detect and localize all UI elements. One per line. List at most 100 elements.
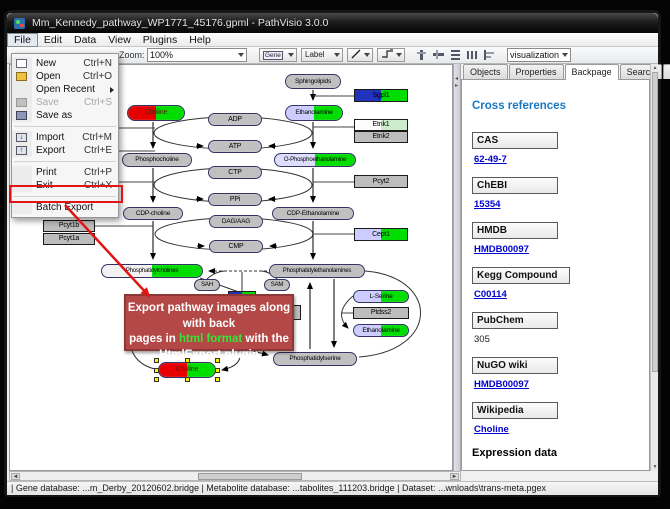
- selection-handle[interactable]: [215, 358, 220, 363]
- menu-view[interactable]: View: [102, 33, 137, 47]
- scrollbar-thumb[interactable]: [198, 473, 302, 480]
- selection-handle[interactable]: [215, 368, 220, 373]
- window-title: Mm_Kennedy_pathway_WP1771_45176.gpml - P…: [32, 17, 328, 29]
- panel-splitter[interactable]: ◂▸: [453, 64, 461, 471]
- chevron-down-icon: [396, 53, 402, 57]
- menu-separator: [14, 122, 116, 127]
- zoom-label: Zoom:: [119, 50, 145, 60]
- pathway-node-pcyt2[interactable]: Pcyt2: [354, 175, 408, 188]
- tab-legend[interactable]: Legend: [663, 64, 670, 79]
- pathway-node-ctp[interactable]: CTP: [208, 166, 262, 179]
- pathvisio-logo-icon: [14, 17, 27, 30]
- pathway-node-phosphatidylcholines[interactable]: Phosphatidylcholines: [101, 264, 203, 278]
- file-menu-print[interactable]: PrintCtrl+P: [12, 166, 118, 179]
- pathway-node-cmp[interactable]: CMP: [209, 240, 263, 253]
- submenu-arrow-icon: [110, 87, 114, 93]
- align-center-icon[interactable]: [415, 49, 429, 61]
- import-icon: ↓: [16, 133, 27, 142]
- xref-link[interactable]: HMDB00097: [474, 379, 529, 390]
- pathway-node-ppi[interactable]: PPi: [208, 193, 262, 206]
- side-panel-scrollbar[interactable]: ▲ ▼: [650, 64, 658, 471]
- scrollbar-thumb[interactable]: [652, 72, 658, 372]
- file-menu-new[interactable]: NewCtrl+N: [12, 57, 118, 70]
- pathway-node-ethanolamine_top[interactable]: Ethanolamine: [285, 105, 343, 121]
- file-menu-import[interactable]: ↓ ImportCtrl+M: [12, 131, 118, 144]
- xref-link[interactable]: 62-49-7: [474, 154, 507, 165]
- pathway-node-ptdss2[interactable]: Ptdss2: [353, 307, 409, 319]
- pathway-node-ethanolamine_bottom[interactable]: Ethanolamine: [353, 324, 409, 337]
- file-menu-save[interactable]: SaveCtrl+S: [12, 96, 118, 109]
- distribute-vertical-icon[interactable]: [449, 49, 463, 61]
- pathway-node-pcyt1b[interactable]: Pcyt1b: [43, 220, 95, 232]
- menu-file[interactable]: File: [7, 33, 38, 47]
- pathway-node-sah[interactable]: SAH: [194, 279, 220, 291]
- menu-plugins[interactable]: Plugins: [137, 33, 183, 47]
- selection-handle[interactable]: [185, 358, 190, 363]
- menu-data[interactable]: Data: [68, 33, 102, 47]
- pathway-node-etnk2[interactable]: Etnk2: [354, 131, 408, 143]
- file-menu-export[interactable]: ↑ ExportCtrl+E: [12, 144, 118, 157]
- xref-link[interactable]: C00114: [474, 289, 507, 300]
- distribute-horizontal-icon[interactable]: [466, 49, 480, 61]
- pathway-node-dag_aag[interactable]: DAG/AAG: [209, 215, 263, 228]
- selection-handle[interactable]: [185, 377, 190, 382]
- menu-edit[interactable]: Edit: [38, 33, 68, 47]
- pathway-node-cdp_choline[interactable]: CDP-choline: [123, 207, 183, 220]
- tab-objects[interactable]: Objects: [463, 64, 508, 79]
- menu-bar: File Edit Data View Plugins Help: [7, 33, 658, 47]
- pathvisio-window: Mm_Kennedy_pathway_WP1771_45176.gpml - P…: [6, 12, 659, 495]
- line-icon: [351, 49, 361, 59]
- pathway-node-choline_selected[interactable]: Choline: [158, 362, 216, 378]
- chevron-down-icon: [562, 53, 568, 57]
- connector-tool-button[interactable]: [377, 48, 405, 62]
- pathway-node-choline_top[interactable]: Choline: [127, 105, 185, 121]
- pathway-node-l_serine[interactable]: L-Serine: [353, 290, 409, 303]
- selection-handle[interactable]: [154, 377, 159, 382]
- pathway-node-pcyt1a[interactable]: Pcyt1a: [43, 233, 95, 245]
- xref-link[interactable]: HMDB00097: [474, 244, 529, 255]
- annotation-callout: Export pathway images along with back pa…: [124, 294, 294, 351]
- pathway-node-sgpl1[interactable]: Sgpl1: [354, 89, 408, 102]
- splitter-grip-icon[interactable]: ◂▸: [455, 76, 458, 90]
- tab-backpage[interactable]: Backpage: [565, 64, 619, 80]
- label-tool-button[interactable]: Label: [301, 48, 343, 62]
- menu-help[interactable]: Help: [183, 33, 217, 47]
- xref-section-pubchem: PubChem 305: [472, 312, 649, 348]
- pathway-node-cdp_ethanolamine[interactable]: CDP-Ethanolamine: [272, 207, 354, 220]
- database-name: PubChem: [472, 312, 558, 329]
- pathway-node-sphingolipids[interactable]: Sphingolipids: [285, 74, 341, 89]
- scroll-down-icon[interactable]: ▼: [652, 464, 658, 470]
- file-menu-open[interactable]: OpenCtrl+O: [12, 70, 118, 83]
- selection-handle[interactable]: [215, 377, 220, 382]
- pathway-node-adp[interactable]: ADP: [208, 113, 262, 126]
- canvas-hscrollbar[interactable]: ◄ ►: [9, 471, 461, 481]
- zoom-combobox[interactable]: 100%: [147, 48, 247, 62]
- pathway-node-atp[interactable]: ATP: [208, 140, 262, 153]
- scroll-up-icon[interactable]: ▲: [652, 65, 658, 71]
- database-name: Wikipedia: [472, 402, 558, 419]
- align-left-icon[interactable]: [483, 49, 497, 61]
- pathway-node-cept1[interactable]: Cept1: [354, 228, 408, 241]
- tab-properties[interactable]: Properties: [509, 64, 564, 79]
- align-middle-icon[interactable]: [432, 49, 446, 61]
- datanode-tool-button[interactable]: Gene: [259, 48, 297, 62]
- visualization-combobox[interactable]: visualization: [507, 48, 571, 62]
- pathway-node-phosphocholine[interactable]: Phosphocholine: [122, 153, 192, 167]
- pathway-node-phosphatidylethanolamines[interactable]: Phosphatidylethanolamines: [269, 264, 365, 278]
- chevron-down-icon: [288, 53, 294, 57]
- file-menu-save-as[interactable]: Save as: [12, 109, 118, 122]
- title-bar[interactable]: Mm_Kennedy_pathway_WP1771_45176.gpml - P…: [7, 13, 658, 33]
- pathway-node-etnk1[interactable]: Etnk1: [354, 119, 408, 131]
- scroll-left-icon[interactable]: ◄: [11, 473, 20, 480]
- pathway-node-o_phosphoethanolamine[interactable]: O-Phosphoethanolamine: [274, 153, 356, 167]
- xref-link[interactable]: 15354: [474, 199, 500, 210]
- chevron-down-icon: [334, 53, 340, 57]
- line-tool-button[interactable]: [347, 48, 373, 62]
- database-name: ChEBI: [472, 177, 558, 194]
- xref-link[interactable]: Choline: [474, 424, 509, 435]
- file-menu-open-recent[interactable]: Open Recent: [12, 83, 118, 96]
- selection-handle[interactable]: [154, 358, 159, 363]
- selection-handle[interactable]: [154, 368, 159, 373]
- pathway-node-sam[interactable]: SAM: [264, 279, 290, 291]
- scroll-right-icon[interactable]: ►: [450, 473, 459, 480]
